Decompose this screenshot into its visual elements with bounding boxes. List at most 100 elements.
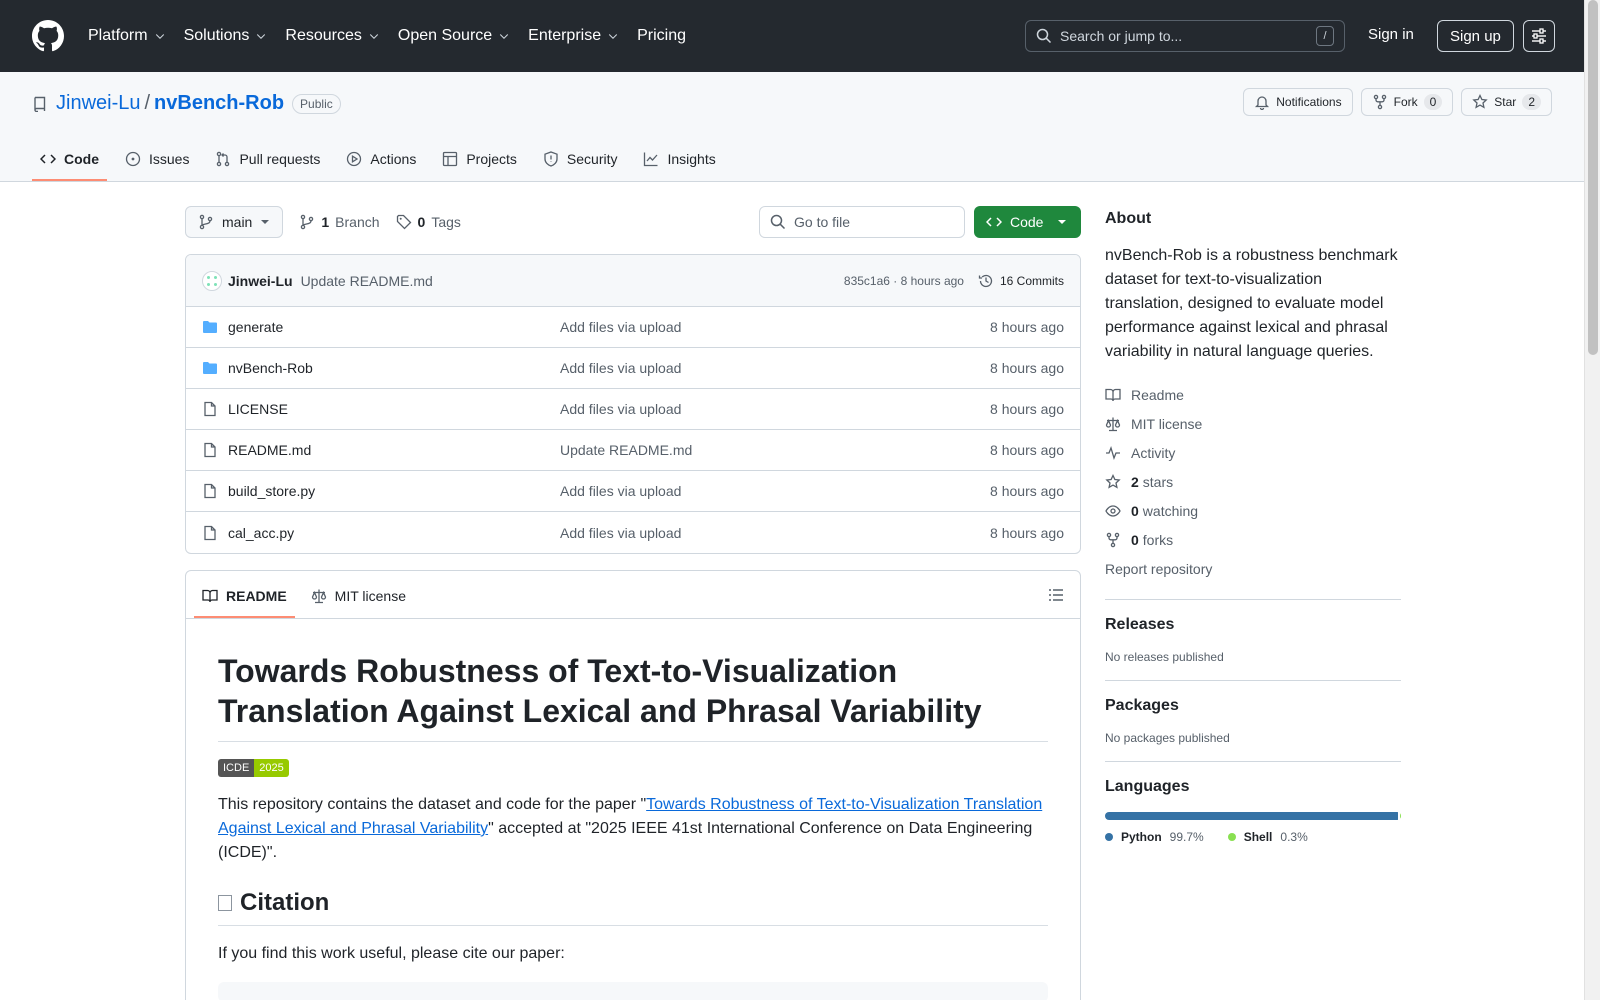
file-name-link[interactable]: cal_acc.py bbox=[228, 525, 560, 541]
avatar-identicon-icon bbox=[207, 275, 217, 286]
commit-meta: 835c1a6 · 8 hours ago 16 Commits bbox=[844, 273, 1064, 289]
table-row: build_store.py Add files via upload 8 hour… bbox=[186, 471, 1080, 512]
sidebar-link-readme[interactable]: Readme bbox=[1105, 380, 1401, 409]
language-item[interactable]: Python 99.7% bbox=[1105, 830, 1204, 844]
tab-actions[interactable]: Actions bbox=[338, 151, 424, 181]
tab-issues[interactable]: Issues bbox=[117, 151, 197, 181]
star-count: 2 bbox=[1522, 94, 1541, 110]
citation-text: If you find this work useful, please cit… bbox=[218, 945, 565, 962]
sign-up-button[interactable]: Sign up bbox=[1437, 20, 1514, 52]
list-unordered-icon bbox=[1049, 589, 1063, 601]
nav-item-pricing[interactable]: Pricing bbox=[637, 27, 686, 45]
github-logo-icon[interactable] bbox=[32, 20, 64, 52]
file-commit-message-link[interactable]: Add files via upload bbox=[560, 525, 681, 541]
code-button[interactable]: Code bbox=[974, 206, 1081, 238]
tab-label: Issues bbox=[149, 151, 190, 167]
file-name-link[interactable]: build_store.py bbox=[228, 483, 560, 499]
branch-name: main bbox=[222, 214, 253, 230]
file-icon bbox=[204, 401, 216, 417]
nav-item-platform[interactable]: Platform bbox=[88, 27, 166, 45]
packages-heading[interactable]: Packages bbox=[1105, 697, 1401, 715]
language-item[interactable]: Shell 0.3% bbox=[1227, 830, 1308, 844]
fork-icon bbox=[1373, 94, 1386, 110]
global-nav: Platform Solutions Resources Open Source Ent… bbox=[88, 27, 704, 45]
repo-owner-link[interactable]: Jinwei-Lu bbox=[56, 92, 140, 115]
commit-hash-time[interactable]: 835c1a6 · 8 hours ago bbox=[844, 274, 964, 288]
citation-code-block bbox=[218, 982, 1048, 1000]
tags-link[interactable]: 0 Tags bbox=[396, 214, 461, 230]
table-row: README.md Update README.md 8 hours ago bbox=[186, 430, 1080, 471]
chevron-down-icon bbox=[155, 34, 164, 39]
scrollbar-thumb[interactable] bbox=[1588, 0, 1598, 355]
page-scrollbar[interactable] bbox=[1584, 0, 1600, 1000]
language-bar-segment-shell bbox=[1400, 812, 1401, 820]
badge-value: 2025 bbox=[254, 759, 289, 777]
releases-heading[interactable]: Releases bbox=[1105, 616, 1401, 634]
file-commit-message-link[interactable]: Update README.md bbox=[560, 442, 692, 458]
menu-button[interactable] bbox=[1523, 20, 1555, 52]
sidebar-link-watching[interactable]: 0 watching bbox=[1105, 496, 1401, 525]
branches-link[interactable]: 1 Branch bbox=[299, 214, 380, 230]
file-name-link[interactable]: LICENSE bbox=[228, 401, 560, 417]
sidebar-link-forks[interactable]: 0 forks bbox=[1105, 525, 1401, 554]
file-commit-message-link[interactable]: Add files via upload bbox=[560, 360, 681, 376]
tab-code[interactable]: Code bbox=[32, 151, 107, 181]
star-button[interactable]: Star 2 bbox=[1461, 88, 1552, 116]
repo-name-link[interactable]: nvBench-Rob bbox=[154, 92, 284, 115]
tab-readme[interactable]: README bbox=[194, 588, 295, 618]
sidebar-link-mit-license[interactable]: MIT license bbox=[1105, 409, 1401, 438]
language-dot bbox=[1105, 833, 1113, 841]
sidebar-link-label: forks bbox=[1142, 531, 1174, 548]
language-name: Python bbox=[1121, 830, 1162, 844]
law-icon bbox=[311, 589, 326, 604]
shield-icon bbox=[544, 151, 558, 167]
nav-item-enterprise[interactable]: Enterprise bbox=[528, 27, 619, 45]
go-to-file-input[interactable]: Go to file bbox=[759, 206, 965, 238]
file-commit-message-link[interactable]: Add files via upload bbox=[560, 319, 681, 335]
nav-item-open-source[interactable]: Open Source bbox=[398, 27, 510, 45]
file-name-link[interactable]: nvBench-Rob bbox=[228, 360, 560, 376]
notifications-label: Notifications bbox=[1276, 95, 1342, 109]
outline-button[interactable] bbox=[1048, 587, 1064, 603]
tab-insights[interactable]: Insights bbox=[635, 151, 723, 181]
chevron-down-icon bbox=[257, 34, 266, 39]
nav-item-label: Pricing bbox=[637, 27, 686, 44]
branch-select-button[interactable]: main bbox=[185, 206, 284, 238]
tab-label: Pull requests bbox=[239, 151, 321, 167]
tab-pull-requests[interactable]: Pull requests bbox=[207, 151, 328, 181]
language-bar-segment-python bbox=[1105, 812, 1399, 820]
play-icon bbox=[347, 151, 362, 167]
fork-button[interactable]: Fork 0 bbox=[1360, 88, 1454, 116]
sidebar-link-activity[interactable]: Activity bbox=[1105, 438, 1401, 467]
tab-label: Insights bbox=[667, 151, 716, 167]
report-repository-link[interactable]: Report repository bbox=[1105, 554, 1401, 583]
commits-history-link[interactable]: 16 Commits bbox=[978, 273, 1064, 289]
file-commit-message-link[interactable]: Add files via upload bbox=[560, 401, 681, 417]
language-percent: 0.3% bbox=[1280, 830, 1308, 844]
issue-icon bbox=[125, 151, 141, 167]
code-button-label: Code bbox=[1010, 214, 1044, 230]
sign-in-link[interactable]: Sign in bbox=[1368, 26, 1414, 43]
file-name-link[interactable]: README.md bbox=[228, 442, 560, 458]
file-name-link[interactable]: generate bbox=[228, 319, 560, 335]
file-commit-message-link[interactable]: Add files via upload bbox=[560, 483, 681, 499]
readme-panel: README MIT license Towards Robustness of… bbox=[185, 570, 1081, 1000]
notifications-button[interactable]: Notifications bbox=[1243, 88, 1353, 116]
commits-count: 16 Commits bbox=[999, 273, 1064, 288]
file-commit-time: 8 hours ago bbox=[990, 319, 1064, 335]
commit-message-link[interactable]: Update README.md bbox=[301, 273, 433, 289]
commit-author-link[interactable]: Jinwei-Lu bbox=[228, 273, 293, 289]
nav-item-solutions[interactable]: Solutions bbox=[184, 27, 268, 45]
folder-icon bbox=[203, 321, 217, 333]
tab-projects[interactable]: Projects bbox=[434, 151, 525, 181]
nav-item-resources[interactable]: Resources bbox=[285, 27, 379, 45]
search-box[interactable]: Search or jump to... / bbox=[1025, 20, 1345, 52]
tab-security[interactable]: Security bbox=[535, 151, 626, 181]
avatar[interactable] bbox=[202, 270, 222, 291]
sidebar: About nvBench-Rob is a robustness benchm… bbox=[1105, 210, 1401, 844]
language-bar bbox=[1105, 812, 1401, 820]
readme-title: Towards Robustness of Text-to-Visualizat… bbox=[218, 651, 1048, 742]
readme-tabs: README MIT license bbox=[186, 571, 1080, 619]
sidebar-link-stars[interactable]: 2 stars bbox=[1105, 467, 1401, 496]
tab-license[interactable]: MIT license bbox=[303, 588, 414, 618]
